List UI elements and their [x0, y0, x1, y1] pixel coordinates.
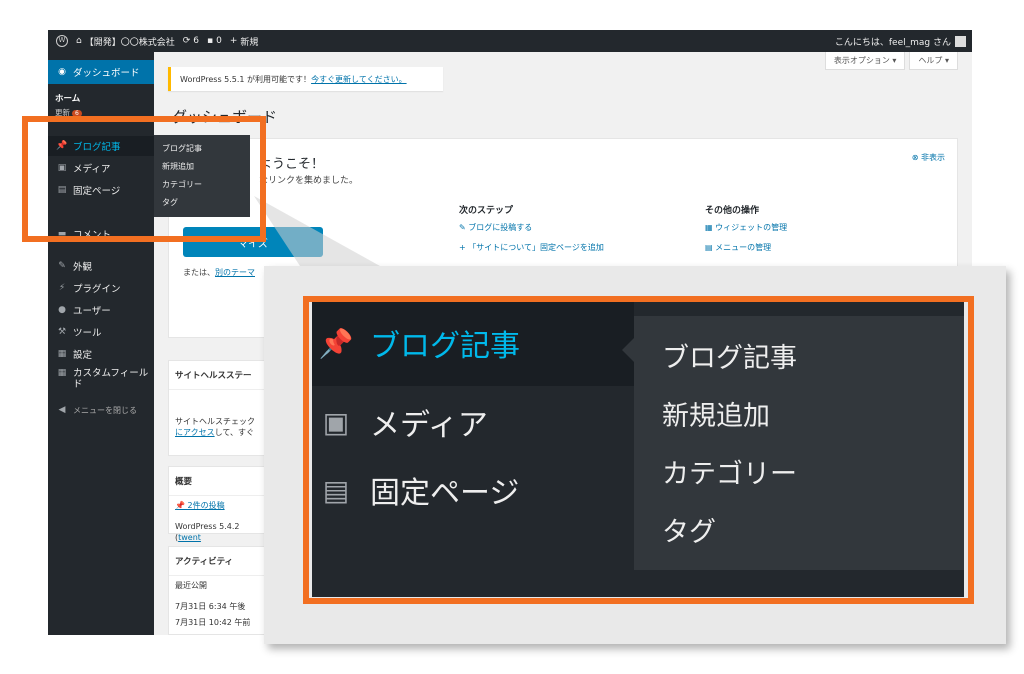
manage-menus-link[interactable]: ▤ メニューの管理	[705, 242, 787, 253]
widget-icon: ▦	[705, 223, 716, 232]
manage-widgets-link[interactable]: ▦ ウィジェットの管理	[705, 222, 787, 233]
site-health-title: サイトヘルスステー	[169, 361, 267, 390]
media-icon: ▣	[322, 405, 350, 439]
zoom-item-pages: ▤ 固定ページ	[312, 460, 520, 520]
zoom-flyout-tags: タグ	[662, 517, 716, 548]
collapse-icon: ◀	[58, 405, 66, 415]
screen-meta-links: 表示オプション ▾ ヘルプ ▾	[824, 52, 958, 70]
close-icon: ⊗	[911, 153, 919, 162]
sidebar-item-plugins[interactable]: ⚡ プラグイン	[48, 278, 154, 298]
pages-icon: ▤	[57, 185, 67, 195]
pin-icon: 📌	[56, 141, 68, 151]
update-notice: WordPress 5.5.1 が利用可能です！ 今すぐ更新してください。	[168, 67, 443, 91]
menu-icon: ▤	[705, 243, 716, 252]
pages-icon: ▤	[322, 473, 350, 507]
activity-date: 7月31日 6:34 午後	[175, 601, 246, 611]
posts-flyout-menu: ブログ記事 新規追加 カテゴリー タグ	[154, 135, 250, 217]
plus-icon: +	[459, 243, 469, 252]
activity-date: 7月31日 10:42 午前	[175, 617, 251, 627]
flyout-item-tags[interactable]: タグ	[162, 197, 178, 208]
sidebar-item-custom-fields[interactable]: ▦ カスタムフィールド	[48, 368, 154, 398]
sidebar-item-comments[interactable]: ▬ コメント	[48, 224, 154, 244]
zoom-item-posts: 📌 ブログ記事	[312, 300, 634, 386]
new-content-link[interactable]: + 新規	[230, 30, 259, 52]
screen-options-button[interactable]: 表示オプション ▾	[824, 52, 906, 70]
zoom-flyout-all-posts: ブログ記事	[662, 343, 797, 374]
wrench-icon: ⚒	[57, 327, 67, 337]
activity-title: アクティビティ	[169, 547, 267, 576]
zoom-item-media: ▣ メディア	[312, 392, 488, 452]
sidebar-item-media[interactable]: ▣ メディア	[48, 158, 154, 178]
posts-count-link[interactable]: 📌 2件の投稿	[175, 501, 225, 510]
comment-icon: ▬	[57, 229, 67, 239]
flyout-item-add-new[interactable]: 新規追加	[162, 161, 194, 172]
help-button[interactable]: ヘルプ ▾	[909, 52, 958, 70]
write-post-link[interactable]: ✎ ブログに投稿する	[459, 222, 604, 233]
settings-icon: ▦	[57, 349, 67, 359]
next-steps-heading: 次のステップ	[459, 206, 514, 216]
zoom-flyout-categories: カテゴリー	[662, 459, 797, 490]
flyout-arrow	[622, 338, 634, 362]
sidebar-item-appearance[interactable]: ✎ 外観	[48, 256, 154, 276]
site-name-link[interactable]: ⌂ 【開発】〇〇株式会社	[76, 30, 175, 52]
grid-icon: ▦	[57, 368, 67, 378]
admin-bar: W ⌂ 【開発】〇〇株式会社 ⟳ 6 ▪ 0 + 新規 こんにちは、feel_m…	[48, 30, 972, 52]
update-now-link[interactable]: 今すぐ更新してください。	[311, 74, 407, 85]
sidebar-item-pages[interactable]: ▤ 固定ページ	[48, 180, 154, 200]
avatar	[955, 35, 966, 47]
pin-icon: 📌	[175, 501, 188, 510]
other-actions-heading: その他の操作	[705, 206, 760, 216]
change-theme-text: または、別のテーマ	[183, 268, 255, 277]
account-menu[interactable]: こんにちは、feel_mag さん	[835, 35, 966, 48]
site-health-link[interactable]: にアクセス	[175, 428, 215, 437]
sidebar-item-tools[interactable]: ⚒ ツール	[48, 322, 154, 342]
recently-published-heading: 最近公開	[175, 581, 207, 590]
updates-badge: 6	[72, 110, 82, 117]
next-steps-column: 次のステップ ✎ ブログに投稿する + 「サイトについて」固定ページを追加	[459, 203, 604, 262]
zoomed-menu: 📌 ブログ記事 ▣ メディア ▤ 固定ページ ブログ記事 新規追加 カテゴリー …	[312, 300, 964, 597]
welcome-title: ようこそ！	[259, 157, 325, 172]
sidebar-item-settings[interactable]: ▦ 設定	[48, 344, 154, 364]
dashboard-icon: ◉	[58, 67, 66, 77]
theme-link[interactable]: twent	[178, 533, 201, 542]
refresh-icon: ⟳	[182, 36, 191, 46]
flyout-item-all-posts[interactable]: ブログ記事	[162, 143, 202, 154]
other-actions-column: その他の操作 ▦ ウィジェットの管理 ▤ メニューの管理	[705, 203, 787, 262]
updates-link[interactable]: ⟳ 6	[183, 30, 199, 52]
pin-icon: 📌	[318, 326, 354, 360]
change-theme-link[interactable]: 別のテーマ	[215, 268, 255, 277]
media-icon: ▣	[57, 163, 67, 173]
plugin-icon: ⚡	[58, 283, 66, 293]
activity-widget: アクティビティ 最近公開 7月31日 6:34 午後 7月31日 10:42 午…	[168, 546, 268, 635]
plus-icon: +	[229, 36, 238, 46]
comment-icon: ▪	[207, 36, 214, 46]
dismiss-welcome-link[interactable]: ⊗ 非表示	[912, 152, 945, 163]
at-a-glance-title: 概要	[169, 467, 267, 496]
sidebar-item-posts[interactable]: 📌 ブログ記事	[48, 136, 154, 156]
flyout-item-categories[interactable]: カテゴリー	[162, 179, 202, 190]
customize-site-button[interactable]: マイズ	[183, 227, 323, 257]
sidebar-item-dashboard[interactable]: ◉ ダッシュボード	[48, 60, 154, 84]
collapse-menu-button[interactable]: ◀ メニューを閉じる	[48, 400, 154, 420]
wp-logo-icon[interactable]: W	[56, 30, 68, 52]
page-title: ダッシュボード	[172, 108, 278, 126]
user-icon: ●	[58, 305, 66, 315]
home-icon: ⌂	[76, 36, 82, 46]
sidebar-sub-home[interactable]: ホーム	[55, 92, 80, 104]
comments-link[interactable]: ▪ 0	[207, 30, 222, 52]
add-about-page-link[interactable]: + 「サイトについて」固定ページを追加	[459, 242, 604, 253]
edit-icon: ✎	[459, 223, 469, 232]
sidebar-item-users[interactable]: ● ユーザー	[48, 300, 154, 320]
at-a-glance-widget: 概要 📌 2件の投稿 WordPress 5.4.2 (twent	[168, 466, 268, 542]
sidebar-sub-updates[interactable]: 更新 6	[55, 107, 82, 118]
zoom-flyout-menu: ブログ記事 新規追加 カテゴリー タグ	[634, 316, 964, 570]
brush-icon: ✎	[58, 261, 66, 271]
admin-sidebar: ◉ ダッシュボード ホーム 更新 6 📌 ブログ記事 ▣ メディア ▤ 固定ページ…	[48, 52, 154, 635]
site-health-widget: サイトヘルスステー サイトヘルスチェック にアクセスして、すぐ	[168, 360, 268, 456]
welcome-subtitle: なリンクを集めました。	[259, 176, 359, 186]
zoom-flyout-add-new: 新規追加	[662, 401, 770, 432]
